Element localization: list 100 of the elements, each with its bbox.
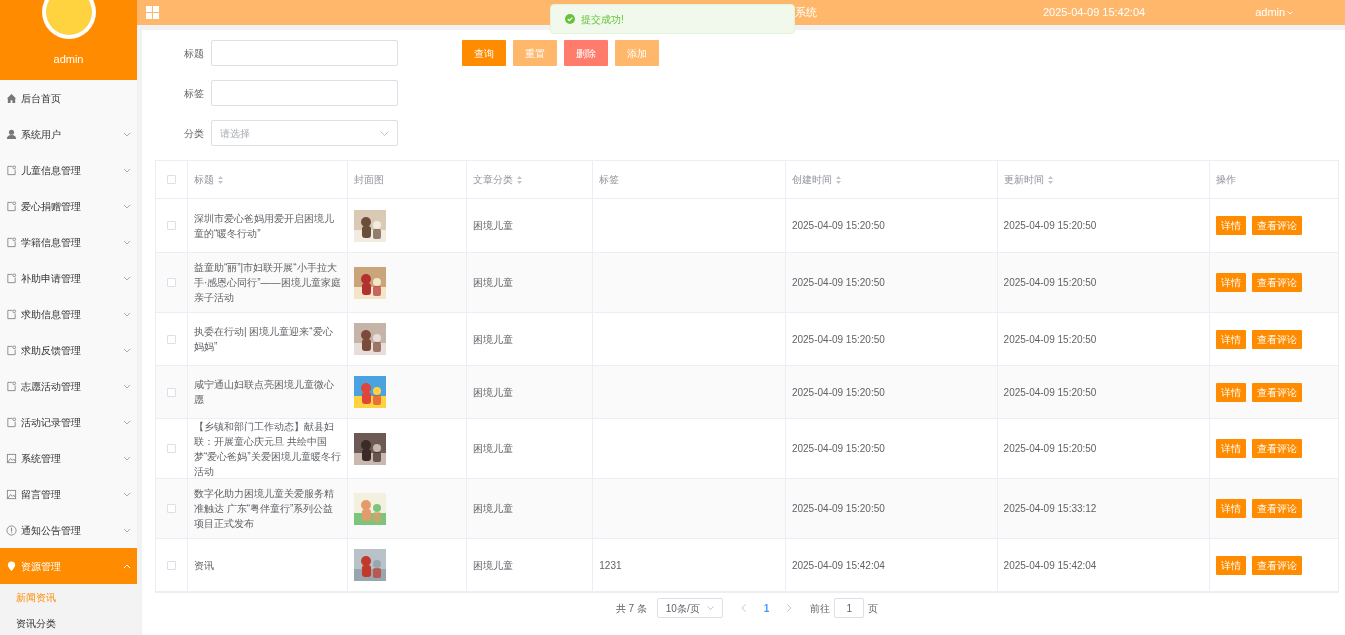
menu-item[interactable]: 儿童信息管理 bbox=[0, 152, 137, 188]
system-title: 系统 bbox=[795, 5, 817, 21]
sort-icon[interactable] bbox=[835, 175, 841, 184]
row-action-button[interactable]: 详情 bbox=[1216, 555, 1247, 575]
action-button[interactable]: 查询 bbox=[462, 40, 506, 66]
column-header[interactable]: 创建时间 bbox=[791, 172, 841, 187]
sort-icon[interactable] bbox=[217, 175, 223, 184]
page-suffix: 页 bbox=[868, 601, 879, 616]
table-cell-text: 困境儿童 bbox=[473, 558, 514, 573]
table-cell-text: 2025-04-09 15:33:12 bbox=[1003, 502, 1097, 516]
table-cell-text: 困境儿童 bbox=[473, 502, 514, 516]
column-header: 标签 bbox=[599, 173, 620, 187]
table-cell-text: 困境儿童 bbox=[473, 385, 514, 400]
table-cell-text: 2025-04-09 15:20:50 bbox=[791, 442, 885, 456]
document-icon bbox=[6, 200, 17, 212]
row-action-button[interactable]: 查看评论 bbox=[1252, 382, 1303, 402]
table-cell-text: 困境儿童 bbox=[473, 219, 514, 233]
menu-item[interactable]: 留言管理 bbox=[0, 476, 137, 512]
username[interactable]: admin bbox=[1255, 4, 1286, 21]
menu-item[interactable]: 后台首页 bbox=[0, 80, 137, 116]
table-cell-text: 资讯 bbox=[193, 558, 214, 573]
column-header[interactable]: 标题 bbox=[193, 172, 223, 187]
row-action-button[interactable]: 详情 bbox=[1216, 216, 1247, 235]
column-header[interactable]: 文章分类 bbox=[473, 172, 523, 187]
page-input[interactable]: 1 bbox=[834, 598, 865, 618]
text-input[interactable] bbox=[211, 80, 398, 106]
chevron-icon bbox=[380, 130, 389, 136]
document-icon bbox=[6, 416, 17, 428]
username: admin bbox=[53, 52, 84, 67]
menu-item[interactable]: 求助反馈管理 bbox=[0, 332, 137, 368]
row-action-button[interactable]: 查看评论 bbox=[1252, 499, 1303, 518]
caret-icon[interactable] bbox=[1287, 10, 1294, 15]
select-field[interactable]: 请选择 bbox=[211, 120, 398, 146]
table-cell-text: 困境儿童 bbox=[473, 332, 514, 347]
table-cell-text: 【乡镇和部门工作动态】献县妇联：开展童心庆元旦 共绘中国梦“爱心爸妈”关爱困境儿童暖冬行活动 bbox=[193, 419, 341, 479]
column-header[interactable]: 更新时间 bbox=[1003, 172, 1053, 187]
table-cell-text: 2025-04-09 15:42:04 bbox=[1003, 558, 1097, 573]
row-action-button[interactable]: 查看评论 bbox=[1252, 555, 1303, 575]
menu-item[interactable]: 爱心捐赠管理 bbox=[0, 188, 137, 224]
row-action-button[interactable]: 查看评论 bbox=[1252, 329, 1303, 349]
table-cell-text: 2025-04-09 15:20:50 bbox=[791, 219, 885, 233]
action-button[interactable]: 添加 bbox=[615, 40, 659, 66]
checkbox[interactable] bbox=[166, 334, 176, 344]
table-cell-text: 2025-04-09 15:20:50 bbox=[1003, 276, 1097, 290]
table-cell-text: 困境儿童 bbox=[473, 276, 514, 290]
sort-icon[interactable] bbox=[1047, 175, 1053, 184]
previous-icon[interactable] bbox=[740, 604, 746, 612]
table-cell-text: 2025-04-09 15:20:50 bbox=[1003, 442, 1097, 456]
grid-icon[interactable] bbox=[146, 6, 159, 19]
menu-item[interactable]: 学籍信息管理 bbox=[0, 224, 137, 260]
menu-item[interactable]: 资源管理 bbox=[0, 548, 137, 584]
row-action-button[interactable]: 详情 bbox=[1216, 439, 1247, 458]
checkbox[interactable] bbox=[166, 560, 176, 570]
menu-item[interactable]: 补助申请管理 bbox=[0, 260, 137, 296]
document-icon bbox=[6, 344, 17, 356]
checkbox[interactable] bbox=[166, 504, 176, 513]
table-cell-text: 益童助“丽”|市妇联开展“小手拉大手·感恩心同行”——困境儿童家庭亲子活动 bbox=[193, 261, 341, 305]
chevron-icon[interactable] bbox=[706, 606, 714, 610]
row-action-button[interactable]: 查看评论 bbox=[1252, 216, 1303, 235]
table-cell-text: 执委在行动| 困境儿童迎来“爱心妈妈” bbox=[193, 325, 334, 354]
table-cell-text: 2025-04-09 15:20:50 bbox=[791, 385, 885, 400]
checkbox[interactable] bbox=[166, 221, 176, 230]
avatar bbox=[40, 0, 97, 40]
text-input[interactable] bbox=[211, 40, 398, 66]
next-icon[interactable] bbox=[787, 604, 793, 612]
page-number[interactable]: 1 bbox=[755, 600, 778, 616]
page-size-select[interactable]: 10条/页 bbox=[656, 598, 723, 618]
placeholder: 请选择 bbox=[220, 126, 250, 141]
row-action-button[interactable]: 查看评论 bbox=[1252, 273, 1303, 292]
menu-item[interactable]: 活动记录管理 bbox=[0, 404, 137, 440]
checkbox[interactable] bbox=[166, 444, 176, 453]
action-button[interactable]: 重置 bbox=[513, 40, 557, 66]
row-action-button[interactable]: 详情 bbox=[1216, 382, 1247, 402]
toast-message: 提交成功! bbox=[581, 12, 624, 27]
sort-icon[interactable] bbox=[517, 175, 523, 184]
menu-item[interactable]: 志愿活动管理 bbox=[0, 368, 137, 404]
menu-item[interactable]: 求助信息管理 bbox=[0, 296, 137, 332]
submenu-item[interactable]: 新闻资讯 bbox=[0, 584, 137, 610]
total-count: 共 7 条 bbox=[615, 601, 647, 616]
document-icon bbox=[6, 164, 17, 176]
row-action-button[interactable]: 详情 bbox=[1216, 273, 1247, 292]
checkbox[interactable] bbox=[166, 387, 176, 397]
document-icon bbox=[6, 380, 17, 392]
checkbox[interactable] bbox=[166, 175, 176, 184]
image-icon bbox=[6, 488, 17, 500]
row-action-button[interactable]: 详情 bbox=[1216, 329, 1247, 349]
menu-item[interactable]: 通知公告管理 bbox=[0, 512, 137, 548]
field-label: 分类 bbox=[183, 126, 205, 141]
document-icon bbox=[6, 308, 17, 320]
menu-item[interactable]: 系统管理 bbox=[0, 440, 137, 476]
document-icon bbox=[6, 272, 17, 284]
success-icon bbox=[565, 14, 575, 24]
row-action-button[interactable]: 查看评论 bbox=[1252, 439, 1303, 458]
table-cell-text: 2025-04-09 15:42:04 bbox=[791, 558, 885, 573]
goto-label: 前往 bbox=[810, 601, 831, 616]
row-action-button[interactable]: 详情 bbox=[1216, 499, 1247, 518]
action-button[interactable]: 删除 bbox=[564, 40, 608, 66]
submenu-item[interactable]: 资讯分类 bbox=[0, 610, 137, 635]
menu-item[interactable]: 系统用户 bbox=[0, 116, 137, 152]
checkbox[interactable] bbox=[166, 278, 176, 287]
